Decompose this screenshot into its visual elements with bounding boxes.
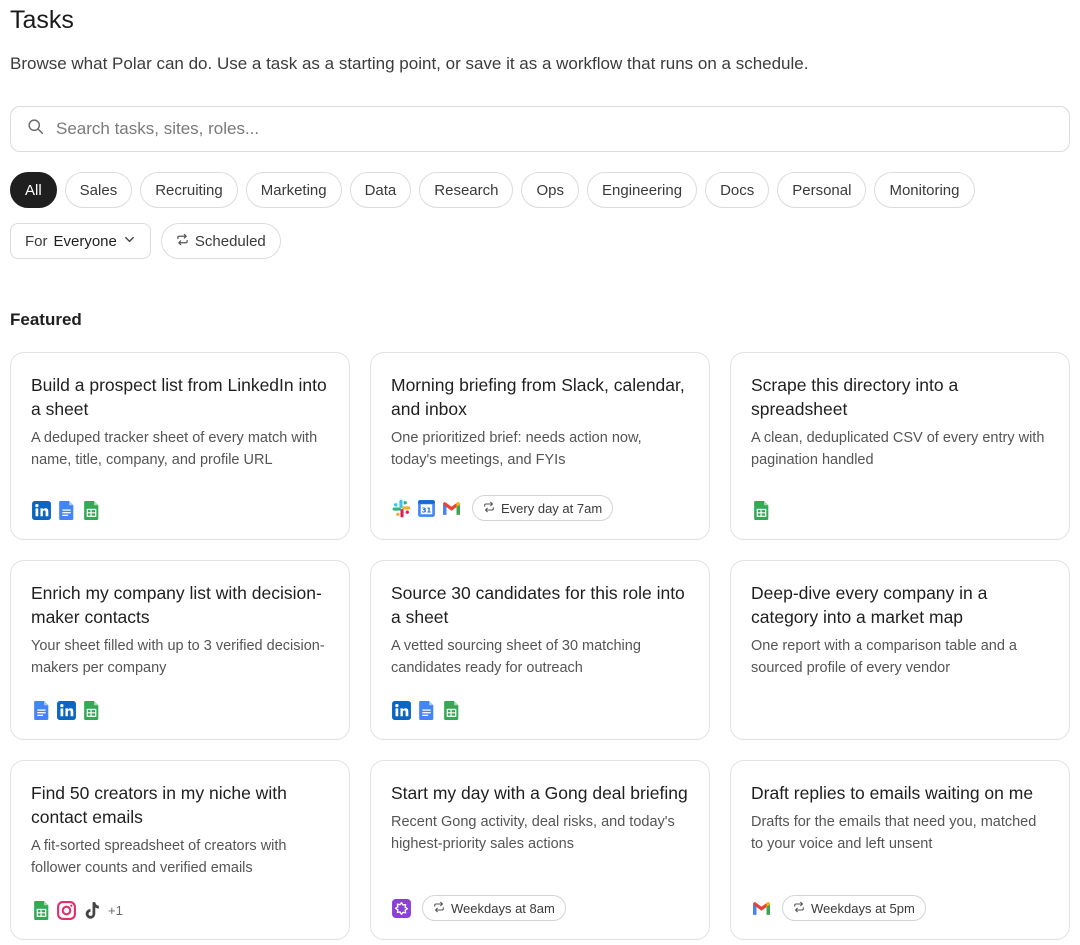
schedule-badge: Weekdays at 8am (422, 895, 566, 921)
task-card-integrations: +1 (31, 900, 123, 921)
task-card-integrations (31, 500, 102, 521)
task-card-title: Build a prospect list from LinkedIn into… (31, 375, 327, 419)
task-card-description: One prioritized brief: needs action now,… (391, 430, 642, 468)
page-title: Tasks (10, 6, 74, 34)
tiktok-icon (81, 900, 102, 921)
task-card[interactable]: Find 50 creators in my niche with contac… (10, 760, 350, 940)
task-card[interactable]: Morning briefing from Slack, calendar, a… (370, 352, 710, 540)
task-card-integrations (31, 700, 102, 721)
task-card-description: One report with a comparison table and a… (751, 638, 1017, 676)
google-sheets-icon (81, 500, 102, 521)
task-card-integrations: 31 Every day at 7am (391, 495, 614, 521)
instagram-icon (56, 900, 77, 921)
gmail-icon (441, 498, 462, 519)
task-card-description: Your sheet filled with up to 3 verified … (31, 638, 325, 676)
repeat-icon (483, 501, 495, 516)
google-sheets-icon (31, 900, 52, 921)
task-card-integrations (391, 700, 462, 721)
task-card[interactable]: Enrich my company list with decision-mak… (10, 560, 350, 740)
google-docs-icon (31, 700, 52, 721)
category-chip-personal[interactable]: Personal (777, 172, 867, 208)
task-card-description: A deduped tracker sheet of every match w… (31, 430, 318, 468)
schedule-label: Every day at 7am (501, 500, 603, 516)
task-card-description: Drafts for the emails that need you, mat… (751, 814, 1037, 852)
task-card-integrations: Weekdays at 5pm (751, 895, 926, 921)
google-docs-icon (56, 500, 77, 521)
repeat-icon (433, 901, 445, 916)
task-card-title: Draft replies to emails waiting on me (751, 783, 1034, 803)
task-card-title: Morning briefing from Slack, calendar, a… (391, 375, 685, 419)
task-card-title: Deep-dive every company in a category in… (751, 583, 988, 627)
task-card-description: A fit-sorted spreadsheet of creators wit… (31, 838, 287, 876)
audience-value: Everyone (53, 232, 117, 250)
category-chip-sales[interactable]: Sales (64, 172, 133, 208)
category-chip-data[interactable]: Data (349, 172, 412, 208)
repeat-icon (176, 233, 189, 250)
linkedin-icon (391, 700, 412, 721)
category-chip-monitoring[interactable]: Monitoring (874, 172, 975, 208)
task-card-title: Start my day with a Gong deal briefing (391, 783, 688, 803)
schedule-label: Weekdays at 5pm (811, 900, 915, 916)
filter-row: For Everyone Scheduled (10, 223, 281, 259)
google-calendar-icon: 31 (416, 498, 437, 519)
task-card-description: Recent Gong activity, deal risks, and to… (391, 814, 675, 852)
search-bar[interactable] (10, 106, 1070, 152)
linkedin-icon (31, 500, 52, 521)
task-card-title: Find 50 creators in my niche with contac… (31, 783, 287, 827)
audience-prefix: For (25, 232, 48, 250)
google-docs-icon (416, 700, 437, 721)
schedule-label: Weekdays at 8am (451, 900, 555, 916)
google-sheets-icon (441, 700, 462, 721)
scheduled-filter-button[interactable]: Scheduled (160, 223, 281, 259)
more-integrations-count: +1 (108, 903, 123, 918)
task-card[interactable]: Scrape this directory into a spreadsheet… (730, 352, 1070, 540)
category-chip-marketing[interactable]: Marketing (245, 172, 342, 208)
task-card[interactable]: Start my day with a Gong deal briefing Re… (370, 760, 710, 940)
task-card-description: A clean, deduplicated CSV of every entry… (751, 430, 1045, 468)
svg-text:31: 31 (422, 506, 432, 514)
google-sheets-icon (751, 500, 772, 521)
schedule-badge: Every day at 7am (472, 495, 614, 521)
schedule-badge: Weekdays at 5pm (782, 895, 926, 921)
task-card[interactable]: Draft replies to emails waiting on me Dra… (730, 760, 1070, 940)
search-icon (27, 118, 44, 140)
repeat-icon (793, 901, 805, 916)
gong-icon (391, 898, 412, 919)
gmail-icon (751, 898, 772, 919)
google-sheets-icon (81, 700, 102, 721)
category-chip-ops[interactable]: Ops (521, 172, 579, 208)
audience-dropdown[interactable]: For Everyone (10, 223, 151, 259)
search-input[interactable] (56, 119, 1016, 139)
task-card-title: Source 30 candidates for this role into … (391, 583, 685, 627)
category-chip-all[interactable]: All (10, 172, 57, 208)
page-subtitle: Browse what Polar can do. Use a task as … (10, 54, 809, 73)
category-chip-recruiting[interactable]: Recruiting (140, 172, 238, 208)
featured-section-title: Featured (10, 310, 82, 329)
task-card-integrations (751, 500, 772, 521)
category-chip-docs[interactable]: Docs (705, 172, 770, 208)
task-card[interactable]: Deep-dive every company in a category in… (730, 560, 1070, 740)
chevron-down-icon (123, 233, 136, 250)
category-chip-engineering[interactable]: Engineering (587, 172, 698, 208)
task-card-title: Scrape this directory into a spreadsheet (751, 375, 959, 419)
scheduled-label: Scheduled (194, 232, 266, 250)
slack-icon (391, 498, 412, 519)
category-chip-research[interactable]: Research (419, 172, 514, 208)
task-card-integrations: Weekdays at 8am (391, 895, 566, 921)
category-filter-chips: All Sales Recruiting Marketing Data Research O… (10, 172, 975, 208)
task-card[interactable]: Build a prospect list from LinkedIn into… (10, 352, 350, 540)
linkedin-icon (56, 700, 77, 721)
task-card[interactable]: Source 30 candidates for this role into … (370, 560, 710, 740)
task-card-title: Enrich my company list with decision-mak… (31, 583, 322, 627)
task-card-description: A vetted sourcing sheet of 30 matching c… (391, 638, 641, 676)
